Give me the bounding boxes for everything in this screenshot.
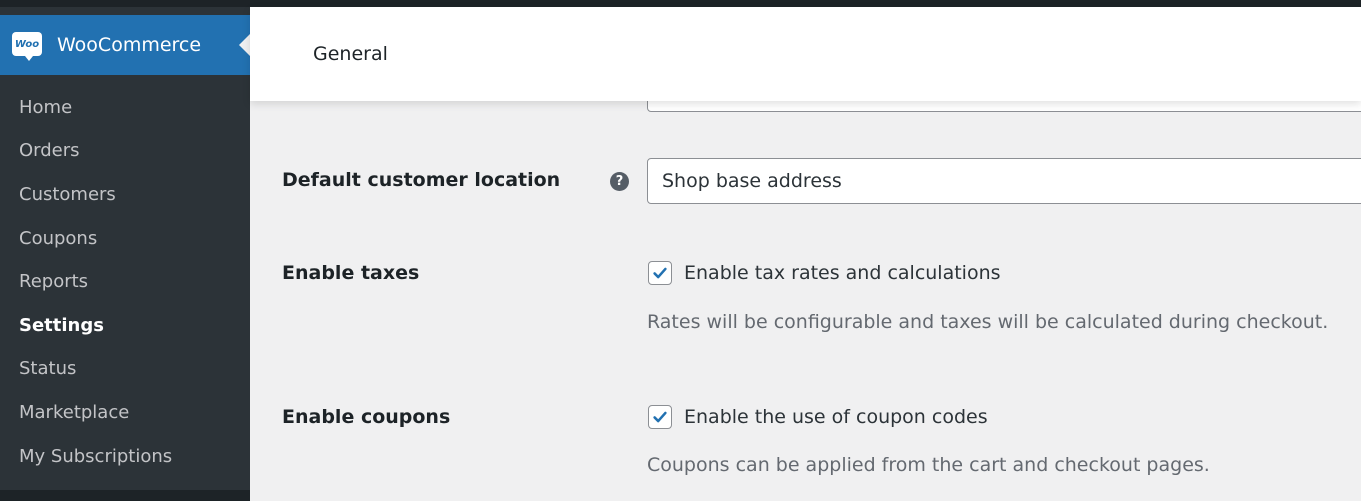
enable-coupons-checkbox-label[interactable]: Enable the use of coupon codes (684, 406, 988, 428)
sidebar-item-customers[interactable]: Customers (19, 184, 116, 205)
sidebar-item-coupons[interactable]: Coupons (19, 228, 97, 249)
enable-taxes-description: Rates will be configurable and taxes wil… (647, 311, 1329, 333)
enable-taxes-label: Enable taxes (282, 262, 420, 284)
sidebar-item-settings[interactable]: Settings (19, 315, 104, 336)
enable-coupons-checkbox[interactable] (648, 405, 672, 429)
customer-location-label: Default customer location (282, 169, 561, 191)
sidebar-item-status[interactable]: Status (19, 358, 76, 379)
page-header: General (250, 7, 1361, 101)
enable-taxes-checkbox-label[interactable]: Enable tax rates and calculations (684, 262, 1001, 284)
enable-coupons-description: Coupons can be applied from the cart and… (647, 454, 1210, 476)
current-menu-arrow-icon (239, 34, 250, 56)
brand-label: WooCommerce (57, 34, 202, 56)
customer-location-value: Shop base address (662, 170, 842, 192)
help-icon[interactable]: ? (610, 172, 629, 191)
page-title: General (313, 43, 388, 65)
enable-coupons-label: Enable coupons (282, 406, 451, 428)
sidebar-item-home[interactable]: Home (19, 97, 72, 118)
admin-sidebar (0, 7, 250, 501)
checkmark-icon (653, 267, 667, 279)
sidebar-item-marketplace[interactable]: Marketplace (19, 402, 129, 423)
admin-top-bar (0, 0, 1361, 7)
checkmark-icon (653, 411, 667, 423)
sidebar-item-reports[interactable]: Reports (19, 271, 88, 292)
sidebar-footer (0, 490, 250, 501)
enable-taxes-checkbox[interactable] (648, 261, 672, 285)
sidebar-item-my-subscriptions[interactable]: My Subscriptions (19, 446, 172, 467)
customer-location-select[interactable]: Shop base address (647, 158, 1361, 204)
sidebar-item-orders[interactable]: Orders (19, 140, 80, 161)
sidebar-item-woocommerce[interactable]: Woo WooCommerce (0, 15, 250, 75)
woo-logo-icon: Woo (12, 32, 42, 61)
